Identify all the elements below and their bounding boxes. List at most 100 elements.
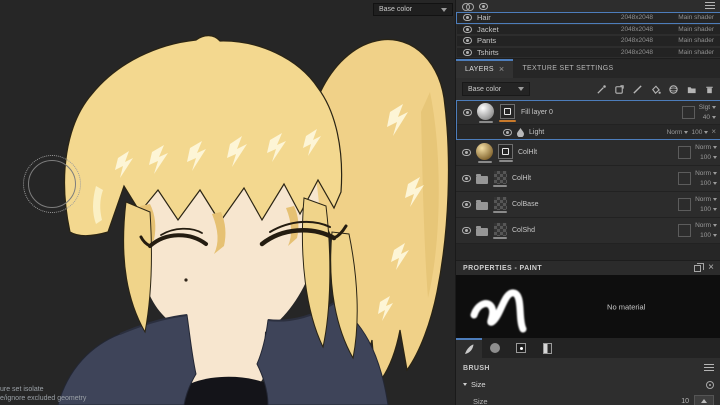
blend-mode-dropdown[interactable]: Slgt [699,103,716,113]
fill-layer-thumbnail[interactable] [498,143,513,159]
visibility-eye-icon[interactable] [462,201,471,208]
visibility-eye-icon[interactable] [462,175,471,182]
viewport-channel-label: Base color [379,6,413,13]
visibility-eye-icon[interactable] [463,48,472,56]
blend-preview-box[interactable] [678,172,692,185]
texture-set-resolution: 2048x2048 [620,48,653,56]
opacity-dropdown[interactable]: 40 [703,113,716,123]
close-icon[interactable]: × [499,65,505,74]
eye-icon[interactable] [479,2,488,10]
layer-row-colhlt-fill[interactable]: ColHlt Norm 100 [456,140,720,166]
magic-wand-icon[interactable] [596,84,607,95]
blend-preview-box[interactable] [678,198,692,211]
size-group-row[interactable]: Size [463,380,714,389]
popout-window-icon[interactable] [694,262,705,272]
chevron-down-icon [712,116,716,119]
list-options-icon[interactable] [705,2,715,10]
stencil-icon [516,343,526,353]
brush-cursor-inner-ring [28,160,76,208]
blend-mode-dropdown[interactable]: Norm [695,169,717,179]
size-stepper[interactable] [694,395,714,405]
brush-stroke-preview: No material [456,275,720,338]
channel-indicator-bar [493,210,507,213]
layer-effect-row-light[interactable]: Light Norm 100 × [457,125,720,139]
folder-icon[interactable] [476,199,488,210]
layer-row-colbase-folder[interactable]: ColBase Norm 100 [456,192,720,218]
visibility-eye-icon[interactable] [503,128,512,136]
opacity-dropdown[interactable]: 100 [700,231,717,241]
tab-layers[interactable]: LAYERS × [456,59,514,78]
opacity-dropdown[interactable]: 100 [691,129,709,136]
channel-indicator-bar [493,236,507,239]
mask-checker-thumbnail[interactable] [493,196,507,210]
brush-section: BRUSH Size Size 10 [456,358,720,405]
material-sphere-thumbnail[interactable] [476,142,493,160]
visibility-eye-icon[interactable] [462,227,471,234]
panel-tab-bar: LAYERS × TEXTURE SET SETTINGS [456,58,720,78]
blend-mode-dropdown[interactable]: Norm [667,129,689,136]
hint-line: ure set isolate [0,386,44,393]
blend-mode-dropdown[interactable]: Norm [695,143,717,153]
blend-preview-box[interactable] [678,146,692,159]
texture-set-resolution: 2048x2048 [620,37,653,45]
layer-row-colhlt-folder[interactable]: ColHlt Norm 100 [456,166,720,192]
add-folder-icon[interactable] [686,84,697,95]
effects-sphere-icon[interactable] [668,84,679,95]
opacity-dropdown[interactable]: 100 [700,179,717,189]
tab-texture-set-settings[interactable]: TEXTURE SET SETTINGS [513,59,622,78]
texture-set-row[interactable]: Tshirts 2048x2048 Main shader [456,46,720,58]
chevron-down-icon [713,146,717,149]
visibility-eye-icon[interactable] [462,149,471,156]
channel-indicator-bar [498,159,513,162]
blend-preview-box[interactable] [681,106,695,119]
blend-preview-box[interactable] [678,224,692,237]
visibility-eye-icon[interactable] [463,25,472,33]
layer-row-fill-layer-0[interactable]: Fill layer 0 Slgt 40 [457,101,720,125]
texture-set-name: Hair [477,13,491,23]
tab-alpha[interactable] [482,338,508,358]
channel-filter-dropdown[interactable]: Base color [462,82,530,96]
mask-checker-thumbnail[interactable] [493,170,507,184]
link-icon[interactable] [462,2,474,11]
visibility-eye-icon[interactable] [463,14,472,22]
stamp-icon[interactable] [614,84,625,95]
texture-set-list-header [456,0,720,12]
texture-set-row[interactable]: Jacket 2048x2048 Main shader [456,23,720,35]
folder-icon[interactable] [476,225,488,236]
material-swatch-icon [542,342,552,354]
fill-bucket-icon[interactable] [650,84,661,95]
gear-icon[interactable] [706,380,714,389]
hint-line: e/ignore excluded geometry [0,395,87,402]
visibility-eye-icon[interactable] [463,37,472,45]
preset-list-icon[interactable] [704,364,714,372]
mask-checker-thumbnail[interactable] [493,222,507,236]
folder-icon[interactable] [476,173,488,184]
tab-stencil[interactable] [508,338,534,358]
blend-mode-dropdown[interactable]: Norm [695,221,717,231]
remove-effect-icon[interactable]: × [711,128,716,136]
3d-viewport[interactable]: Base color ure set isolate e/ignore excl… [0,0,455,405]
texture-set-row[interactable]: Pants 2048x2048 Main shader [456,35,720,47]
opacity-dropdown[interactable]: 100 [700,205,717,215]
tab-material[interactable] [534,338,560,358]
delete-trash-icon[interactable] [704,84,715,95]
texture-set-resolution: 2048x2048 [620,14,653,22]
blend-mode-dropdown[interactable]: Norm [695,195,717,205]
opacity-dropdown[interactable]: 100 [700,153,717,163]
material-sphere-thumbnail[interactable] [477,102,494,120]
layer-name: ColShd [512,227,535,234]
texture-set-row[interactable]: Hair 2048x2048 Main shader [456,12,720,24]
texture-set-list: Hair 2048x2048 Main shader Jacket 2048x2… [456,0,720,58]
texture-set-name: Jacket [477,24,499,34]
close-icon[interactable]: × [708,263,714,273]
chevron-down-icon [441,7,447,12]
viewport-channel-dropdown[interactable]: Base color [373,3,453,16]
pencil-icon[interactable] [632,84,643,95]
visibility-eye-icon[interactable] [463,109,472,116]
selected-layer-block: Fill layer 0 Slgt 40 Light Norm 100 × [456,100,720,140]
fill-layer-thumbnail[interactable] [500,103,515,119]
texture-set-name: Tshirts [477,47,499,57]
chevron-down-icon [713,172,717,175]
tab-brush[interactable] [456,338,482,358]
layer-row-colshd-folder[interactable]: ColShd Norm 100 [456,218,720,244]
